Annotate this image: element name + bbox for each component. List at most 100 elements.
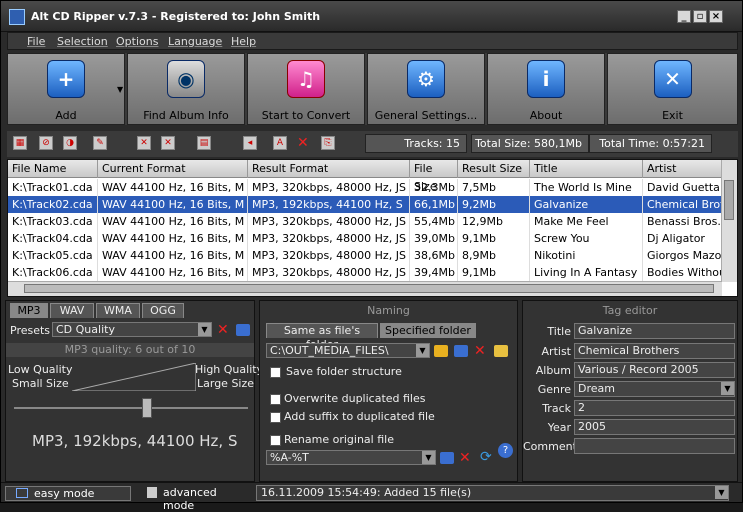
tag-editor-header: Tag editor (602, 304, 658, 317)
about-button[interactable]: i About (487, 53, 605, 125)
add-dropdown-arrow[interactable]: ▼ (117, 85, 123, 94)
minimize-button[interactable]: _ (677, 10, 691, 23)
tab-specified-folder[interactable]: Specified folder (380, 323, 476, 338)
tag-field-track[interactable]: 2 (574, 400, 735, 416)
save-preset-icon[interactable] (236, 324, 250, 336)
delete-pattern-icon[interactable]: ✕ (459, 451, 471, 465)
tag-label-genre: Genre (537, 383, 571, 396)
general-settings-label: General Settings... (374, 109, 478, 122)
delete-folder-icon[interactable]: ✕ (474, 344, 486, 358)
tag-field-comment[interactable] (574, 438, 735, 454)
deselect-icon[interactable]: ⊘ (39, 136, 53, 150)
col-title[interactable]: Title (530, 160, 643, 178)
easy-mode-tab[interactable]: easy mode (5, 486, 131, 501)
table-row[interactable]: K:\Track03.cda WAV 44100 Hz, 16 Bits, M MP… (8, 213, 722, 230)
tab-mp3[interactable]: MP3 (10, 303, 48, 318)
table-vertical-scrollbar[interactable] (721, 160, 737, 282)
advanced-mode-tab[interactable]: advanced mode (135, 486, 251, 512)
save-folder-icon[interactable] (454, 345, 468, 357)
add-button-label: Add (55, 109, 77, 122)
play-icon[interactable]: ◂ (243, 136, 257, 150)
tag-field-title[interactable]: Galvanize (574, 323, 735, 339)
table-row[interactable]: K:\Track06.cda WAV 44100 Hz, 16 Bits, M MP… (8, 264, 722, 281)
general-settings-button[interactable]: ⚙ General Settings... (367, 53, 485, 125)
remove-selected-icon[interactable]: ✕ (137, 136, 151, 150)
table-cell: MP3, 192kbps, 44100 Hz, S (248, 196, 410, 213)
tag-field-artist[interactable]: Chemical Brothers (574, 343, 735, 359)
col-file-size[interactable]: File Size (410, 160, 458, 193)
find-album-info-label: Find Album Info (143, 109, 229, 122)
col-result-size[interactable]: Result Size (458, 160, 530, 178)
tag-editor-panel: Tag editor Title Galvanize Artist Chemical … (522, 300, 738, 482)
table-cell: MP3, 320kbps, 48000 Hz, JS (248, 213, 410, 230)
start-convert-button[interactable]: ♫ Start to Convert (247, 53, 365, 125)
menu-options[interactable]: Options (116, 35, 158, 48)
tag-label-album: Album (535, 364, 571, 377)
help-icon[interactable]: ? (498, 443, 513, 458)
menu-file[interactable]: File (27, 35, 45, 48)
close-button[interactable]: × (709, 10, 723, 23)
menu-language[interactable]: Language (168, 35, 222, 48)
table-cell: WAV 44100 Hz, 16 Bits, M (98, 213, 248, 230)
quality-slider-track[interactable] (14, 407, 248, 409)
save-pattern-icon[interactable] (440, 452, 454, 464)
presets-dropdown[interactable]: CD Quality ▼ (52, 322, 212, 337)
open-folder-icon[interactable] (494, 345, 508, 357)
refresh-icon[interactable]: ⟳ (480, 449, 492, 465)
tag-field-year[interactable]: 2005 (574, 419, 735, 435)
tab-same-folder[interactable]: Same as file's folder (266, 323, 378, 351)
menu-selection[interactable]: Selection (57, 35, 108, 48)
browse-folder-icon[interactable] (434, 345, 448, 357)
chevron-down-icon: ▼ (422, 451, 435, 464)
table-row[interactable]: K:\Track05.cda WAV 44100 Hz, 16 Bits, M MP… (8, 247, 722, 264)
paste-icon[interactable]: ⎘ (321, 136, 335, 150)
delete-preset-icon[interactable]: ✕ (217, 323, 229, 337)
save-structure-label: Save folder structure (286, 365, 402, 378)
remove-all-icon[interactable]: ✕ (161, 136, 175, 150)
table-row[interactable]: K:\Track02.cda WAV 44100 Hz, 16 Bits, M MP… (8, 196, 722, 213)
table-cell: 39,4Mb (410, 264, 458, 281)
col-artist[interactable]: Artist (643, 160, 722, 178)
naming-header: Naming (367, 304, 410, 317)
exit-button[interactable]: ✕ Exit (607, 53, 738, 125)
table-cell: 55,4Mb (410, 213, 458, 230)
chevron-down-icon[interactable]: ▼ (715, 486, 728, 499)
tab-wav[interactable]: WAV (50, 303, 94, 318)
col-file-name[interactable]: File Name (8, 160, 98, 178)
vscroll-thumb[interactable] (724, 180, 734, 220)
output-folder-field[interactable]: C:\OUT_MEDIA_FILES\ ▼ (266, 343, 430, 358)
about-label: About (529, 109, 563, 122)
app-window: Alt CD Ripper v.7.3 - Registered to: Joh… (0, 0, 743, 512)
table-horizontal-scrollbar[interactable] (8, 281, 722, 296)
col-current-format[interactable]: Current Format (98, 160, 248, 178)
edit-icon[interactable]: ✎ (93, 136, 107, 150)
table-row[interactable]: K:\Track01.cda WAV 44100 Hz, 16 Bits, M MP… (8, 179, 722, 196)
table-row[interactable]: K:\Track04.cda WAV 44100 Hz, 16 Bits, M MP… (8, 230, 722, 247)
maximize-button[interactable]: ▫ (693, 10, 707, 23)
tag-field-album[interactable]: Various / Record 2005 (574, 362, 735, 378)
view-options-icon[interactable]: ▤ (197, 136, 211, 150)
save-structure-checkbox[interactable] (270, 367, 281, 378)
table-cell: Galvanize (530, 196, 643, 213)
delete-icon[interactable]: ✕ (297, 136, 309, 150)
quality-slider-thumb[interactable] (142, 398, 152, 418)
tag-field-genre[interactable]: Dream ▼ (574, 381, 735, 397)
tab-wma[interactable]: WMA (96, 303, 140, 318)
exit-label: Exit (662, 109, 683, 122)
overwrite-checkbox[interactable] (270, 394, 281, 405)
high-quality-label: High Quality (195, 363, 264, 376)
select-all-icon[interactable]: ▦ (13, 136, 27, 150)
find-album-info-button[interactable]: ◉ Find Album Info (127, 53, 245, 125)
add-button[interactable]: + Add (7, 53, 125, 125)
invert-selection-icon[interactable]: ◑ (63, 136, 77, 150)
tag-label-year: Year (547, 421, 571, 434)
rename-checkbox[interactable] (270, 435, 281, 446)
rename-icon[interactable]: A (273, 136, 287, 150)
table-header: File Name Current Format Result Format F… (8, 160, 722, 193)
add-suffix-checkbox[interactable] (270, 412, 281, 423)
tab-ogg[interactable]: OGG (142, 303, 184, 318)
menu-help[interactable]: Help (231, 35, 256, 48)
hscroll-thumb[interactable] (24, 284, 714, 293)
col-result-format[interactable]: Result Format (248, 160, 410, 178)
rename-pattern-field[interactable]: %A-%T ▼ (266, 450, 436, 465)
